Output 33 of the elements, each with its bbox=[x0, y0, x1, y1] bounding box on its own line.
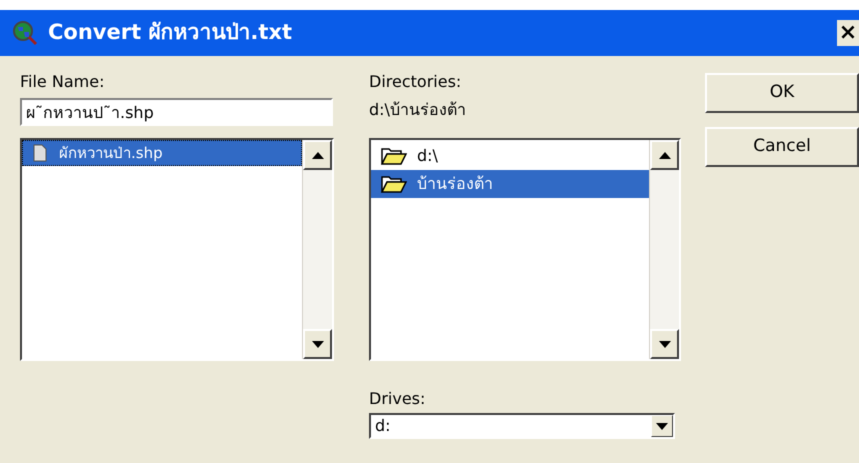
directories-label: Directories: bbox=[369, 71, 462, 93]
directory-item[interactable]: d:\ bbox=[371, 142, 649, 170]
scroll-down-button[interactable] bbox=[303, 329, 332, 359]
up-arrow-icon bbox=[312, 152, 324, 158]
drive-value: d: bbox=[374, 415, 392, 437]
dialog-button[interactable]: Cancel bbox=[705, 127, 859, 167]
directory-name: บ้านร่องต้า bbox=[417, 173, 493, 195]
folder-icon bbox=[381, 174, 407, 194]
file-name-field[interactable]: ผ˜กหวานป˜า.shp bbox=[20, 98, 333, 126]
down-arrow-icon bbox=[658, 340, 670, 348]
down-arrow-icon bbox=[656, 422, 668, 430]
directory-item[interactable]: บ้านร่องต้า bbox=[371, 170, 649, 198]
close-button[interactable]: × bbox=[837, 20, 859, 46]
file-icon bbox=[33, 144, 47, 162]
dropdown-button[interactable] bbox=[651, 415, 673, 437]
scrollbar[interactable] bbox=[649, 140, 679, 359]
scroll-up-button[interactable] bbox=[650, 140, 679, 170]
directory-name: d:\ bbox=[417, 145, 438, 167]
current-path: d:\บ้านร่องต้า bbox=[369, 99, 467, 121]
drives-dropdown[interactable]: d: bbox=[369, 413, 675, 439]
file-list-item[interactable]: ผักหวานป่า.shp bbox=[22, 140, 302, 166]
folder-icon bbox=[381, 146, 407, 166]
up-arrow-icon bbox=[658, 152, 670, 158]
scroll-down-button[interactable] bbox=[650, 329, 679, 359]
drives-label: Drives: bbox=[369, 388, 426, 410]
scrollbar[interactable] bbox=[302, 140, 332, 359]
dialog-button[interactable]: OK bbox=[705, 73, 859, 113]
file-name: ผักหวานป่า.shp bbox=[59, 142, 163, 164]
scroll-up-button[interactable] bbox=[303, 140, 332, 170]
window-title: Convert ผักหวานป่า.txt bbox=[48, 19, 292, 46]
globe-magnifier-icon bbox=[12, 20, 38, 46]
file-name-label: File Name: bbox=[20, 71, 106, 93]
down-arrow-icon bbox=[312, 340, 324, 348]
